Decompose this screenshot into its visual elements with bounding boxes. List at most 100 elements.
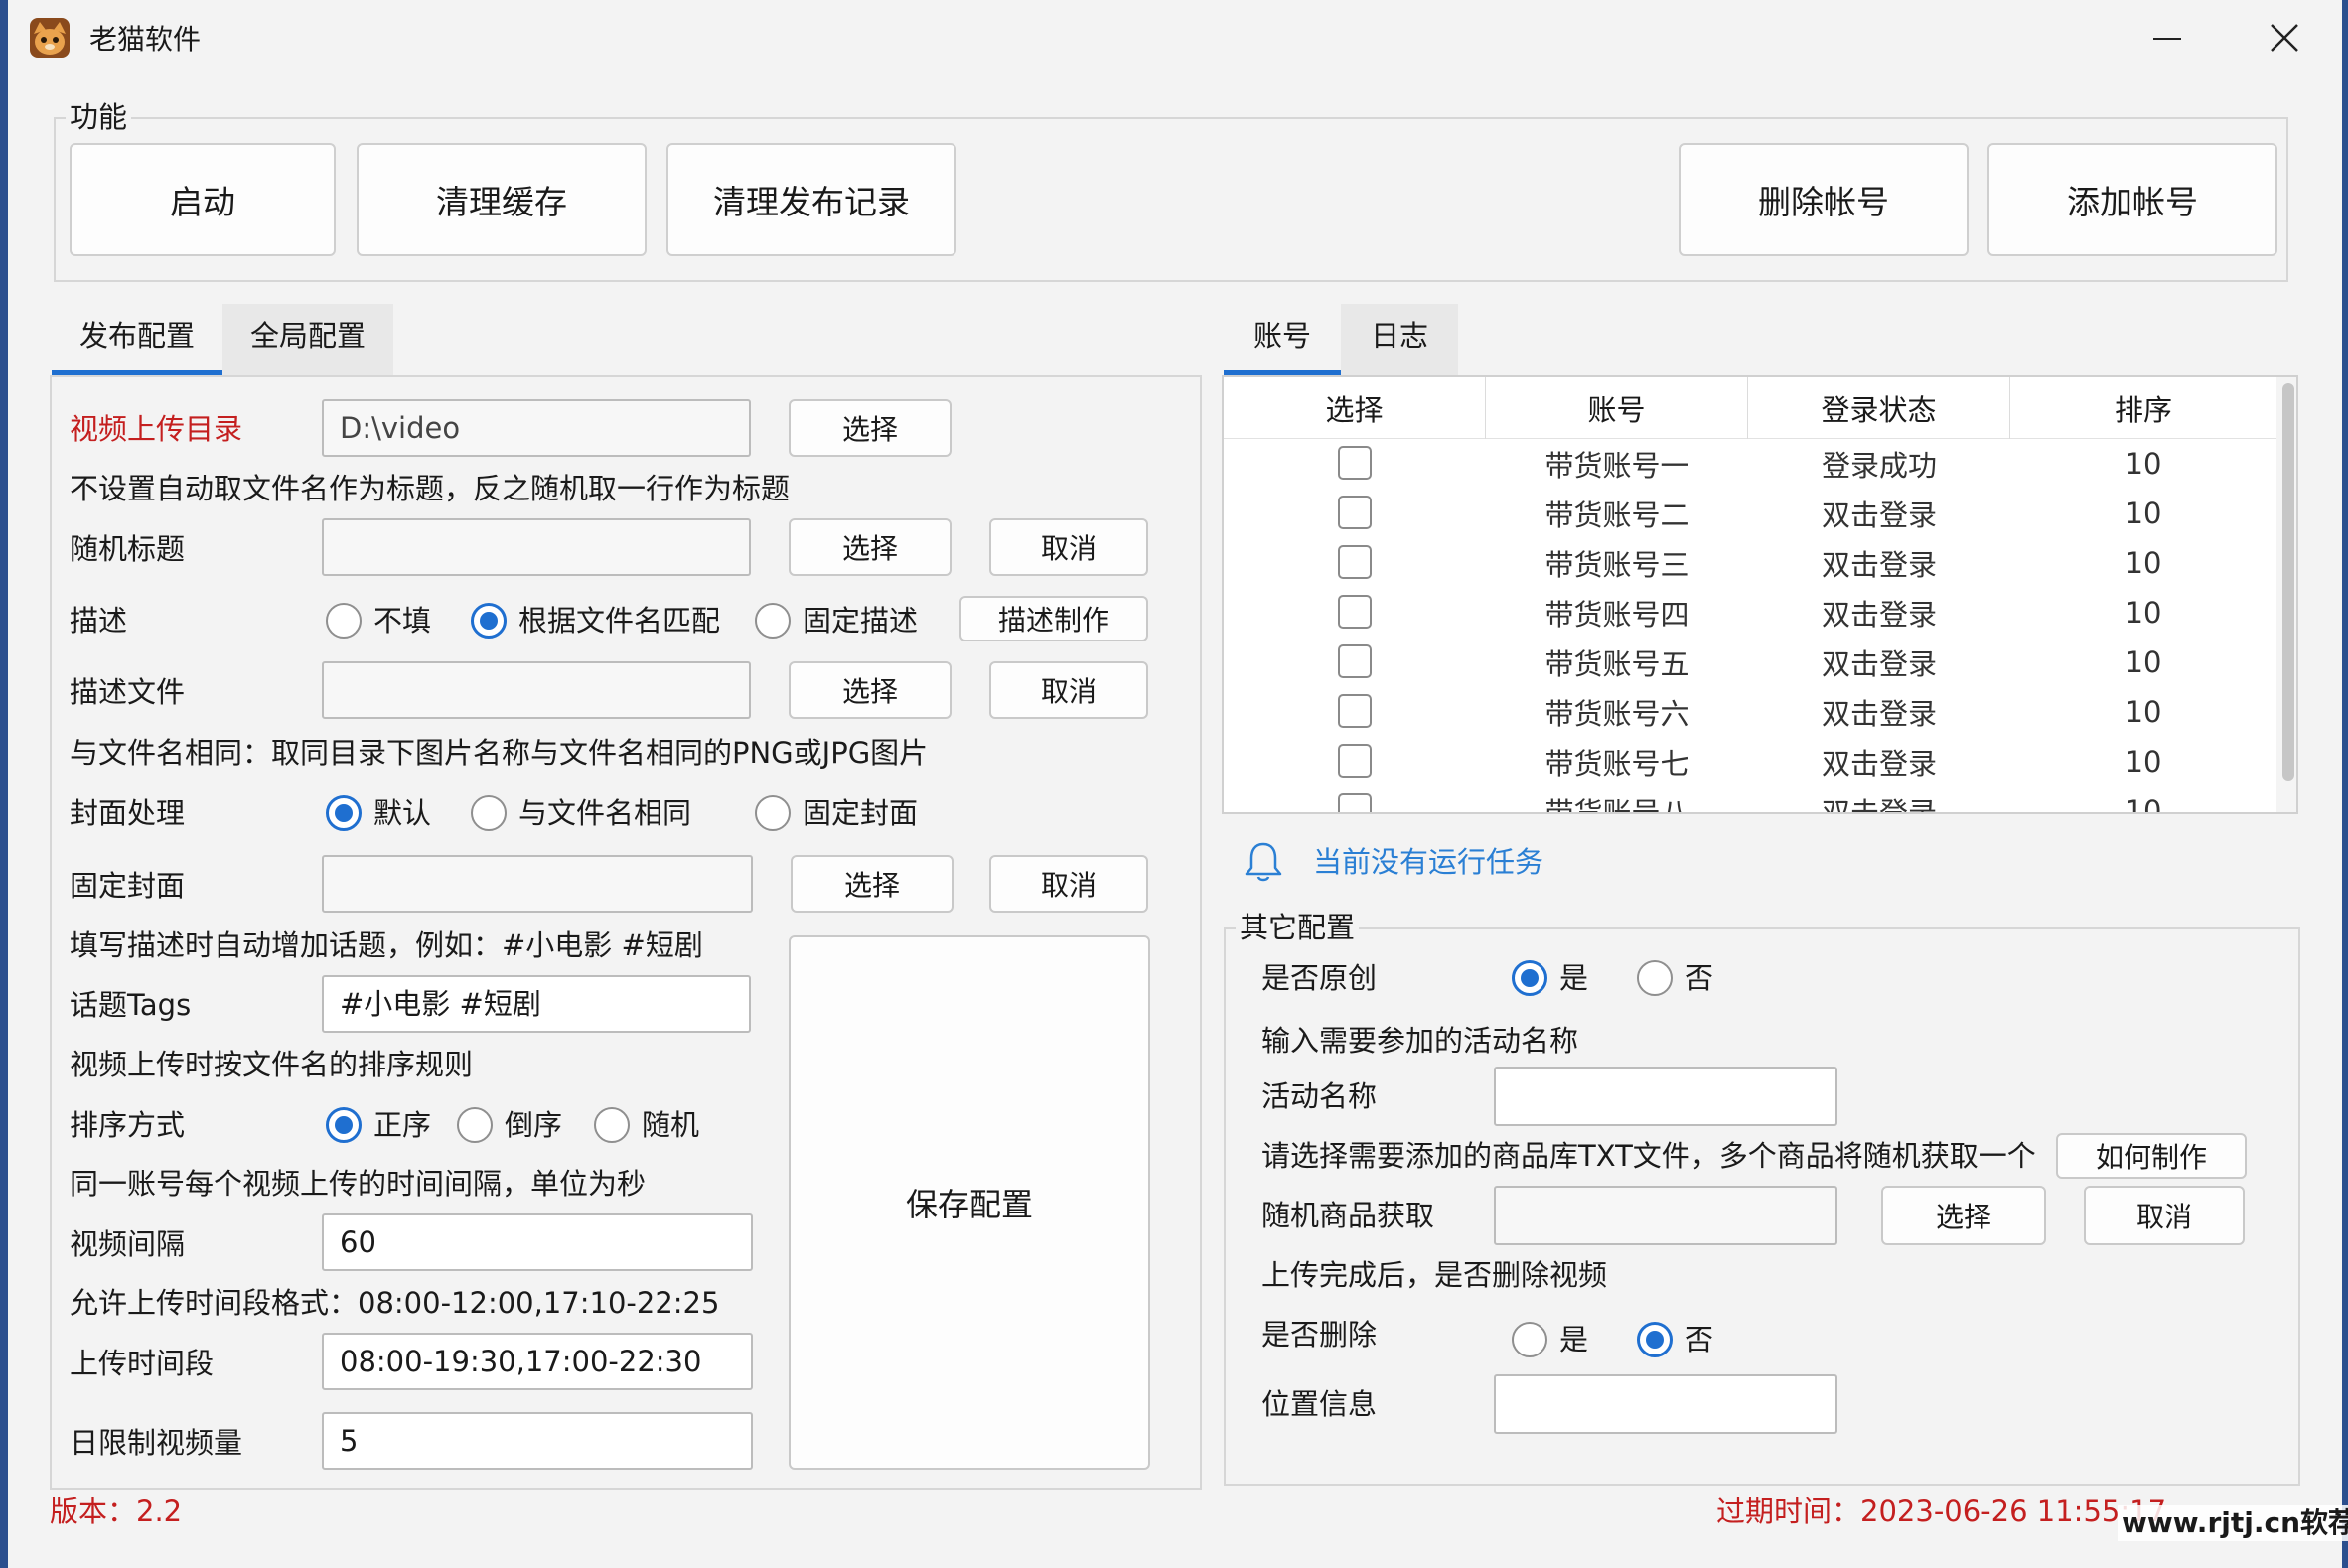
interval-hint-text: 同一账号每个视频上传的时间间隔，单位为秒 (70, 1167, 647, 1201)
tab-account[interactable]: 账号 (1224, 304, 1341, 375)
delete-no-label: 否 (1685, 1323, 1714, 1356)
cover-default-radio[interactable] (326, 795, 362, 831)
fixed-cover-cancel-button[interactable]: 取消 (989, 855, 1148, 913)
order-cell: 10 (2125, 596, 2162, 630)
column-header-account[interactable]: 账号 (1486, 377, 1748, 439)
function-group-label: 功能 (66, 99, 132, 135)
random-title-label: 随机标题 (70, 532, 186, 566)
table-row[interactable]: 带货账号三 双击登录 10 (1224, 538, 2276, 588)
account-name-cell: 带货账号三 (1544, 548, 1689, 582)
random-title-input[interactable] (322, 518, 751, 576)
upload-dir-select-button[interactable]: 选择 (789, 399, 952, 457)
original-yes-label: 是 (1559, 961, 1589, 995)
table-row[interactable]: 带货账号二 双击登录 10 (1224, 489, 2276, 538)
cover-fixed-radio[interactable] (755, 795, 791, 831)
bell-icon (1240, 838, 1287, 886)
table-row[interactable]: 带货账号五 双击登录 10 (1224, 638, 2276, 687)
activity-label: 活动名称 (1261, 1079, 1378, 1113)
table-row[interactable]: 带货账号四 双击登录 10 (1224, 588, 2276, 638)
login-status-cell: 双击登录 (1821, 796, 1937, 814)
order-cell: 10 (2125, 794, 2162, 814)
sort-desc-radio[interactable] (457, 1107, 493, 1143)
sort-desc-label: 倒序 (505, 1108, 563, 1142)
row-checkbox[interactable] (1338, 545, 1372, 579)
row-checkbox[interactable] (1338, 644, 1372, 678)
random-title-cancel-button[interactable]: 取消 (989, 518, 1148, 576)
row-checkbox[interactable] (1338, 595, 1372, 629)
save-config-button[interactable]: 保存配置 (789, 935, 1150, 1470)
login-status-cell: 登录成功 (1821, 449, 1937, 483)
tags-input[interactable]: #小电影 #短剧 (322, 975, 751, 1033)
original-label: 是否原创 (1261, 961, 1378, 995)
desc-file-select-button[interactable]: 选择 (789, 661, 952, 719)
table-row[interactable]: 带货账号八 双击登录 10 (1224, 786, 2276, 814)
login-status-cell: 双击登录 (1821, 499, 1937, 532)
other-config-label: 其它配置 (1236, 910, 1360, 945)
clear-cache-button[interactable]: 清理缓存 (357, 143, 647, 256)
login-status-cell: 双击登录 (1821, 697, 1937, 731)
random-title-select-button[interactable]: 选择 (789, 518, 952, 576)
row-checkbox[interactable] (1338, 744, 1372, 778)
time-label: 上传时间段 (70, 1347, 215, 1380)
product-select-button[interactable]: 选择 (1881, 1186, 2046, 1245)
original-yes-radio[interactable] (1512, 960, 1547, 996)
delete-no-radio[interactable] (1637, 1322, 1673, 1357)
tab-global-config[interactable]: 全局配置 (222, 304, 393, 375)
time-hint-text: 允许上传时间段格式：08:00-12:00,17:10-22:25 (70, 1286, 720, 1320)
table-row[interactable]: 带货账号一 登录成功 10 (1224, 439, 2276, 489)
interval-input[interactable]: 60 (322, 1213, 753, 1271)
scrollbar-thumb[interactable] (2282, 383, 2294, 781)
order-cell: 10 (2125, 447, 2162, 481)
close-icon[interactable] (2267, 20, 2302, 56)
title-hint-text: 不设置自动取文件名作为标题，反之随机取一行作为标题 (70, 472, 791, 505)
tab-publish-config[interactable]: 发布配置 (52, 304, 222, 375)
desc-file-input[interactable] (322, 661, 751, 719)
fixed-cover-select-button[interactable]: 选择 (791, 855, 954, 913)
delete-yes-radio[interactable] (1512, 1322, 1547, 1357)
expire-label-text: 过期时间： (1716, 1495, 1861, 1528)
product-input[interactable] (1494, 1186, 1837, 1245)
product-label: 随机商品获取 (1261, 1199, 1435, 1232)
how-to-make-button[interactable]: 如何制作 (2056, 1133, 2247, 1179)
row-checkbox[interactable] (1338, 496, 1372, 529)
minimize-icon[interactable] (2153, 38, 2181, 40)
desc-label: 描述 (70, 604, 128, 638)
row-checkbox[interactable] (1338, 793, 1372, 812)
add-account-button[interactable]: 添加帐号 (1987, 143, 2277, 256)
desc-file-label: 描述文件 (70, 675, 186, 709)
sort-asc-radio[interactable] (326, 1107, 362, 1143)
table-scrollbar[interactable] (2276, 377, 2296, 812)
desc-fixed-radio[interactable] (755, 603, 791, 639)
table-row[interactable]: 带货账号六 双击登录 10 (1224, 687, 2276, 737)
activity-input[interactable] (1494, 1067, 1837, 1126)
desc-none-radio[interactable] (326, 603, 362, 639)
sort-label: 排序方式 (70, 1108, 186, 1142)
column-header-order[interactable]: 排序 (2010, 377, 2276, 439)
desc-match-radio[interactable] (471, 603, 507, 639)
tab-log[interactable]: 日志 (1341, 304, 1458, 375)
row-checkbox[interactable] (1338, 694, 1372, 728)
fixed-cover-input[interactable] (322, 855, 753, 913)
upload-dir-input[interactable]: D:\video (322, 399, 751, 457)
product-cancel-button[interactable]: 取消 (2084, 1186, 2245, 1245)
daily-limit-input[interactable]: 5 (322, 1412, 753, 1470)
time-input[interactable]: 08:00-19:30,17:00-22:30 (322, 1333, 753, 1390)
location-input[interactable] (1494, 1374, 1837, 1434)
clear-records-button[interactable]: 清理发布记录 (666, 143, 956, 256)
desc-fixed-label: 固定描述 (803, 604, 919, 638)
original-no-radio[interactable] (1637, 960, 1673, 996)
account-name-cell: 带货账号七 (1544, 747, 1689, 781)
row-checkbox[interactable] (1338, 446, 1372, 480)
table-row[interactable]: 带货账号七 双击登录 10 (1224, 737, 2276, 786)
cover-same-name-radio[interactable] (471, 795, 507, 831)
start-button[interactable]: 启动 (70, 143, 336, 256)
accounts-table-header: 选择 账号 登录状态 排序 (1224, 377, 2276, 439)
desc-make-button[interactable]: 描述制作 (959, 596, 1148, 641)
account-name-cell: 带货账号一 (1544, 449, 1689, 483)
column-header-login-status[interactable]: 登录状态 (1748, 377, 2010, 439)
column-header-select[interactable]: 选择 (1224, 377, 1486, 439)
desc-file-cancel-button[interactable]: 取消 (989, 661, 1148, 719)
sort-random-radio[interactable] (594, 1107, 630, 1143)
delete-account-button[interactable]: 删除帐号 (1679, 143, 1969, 256)
sort-hint-text: 视频上传时按文件名的排序规则 (70, 1048, 474, 1081)
